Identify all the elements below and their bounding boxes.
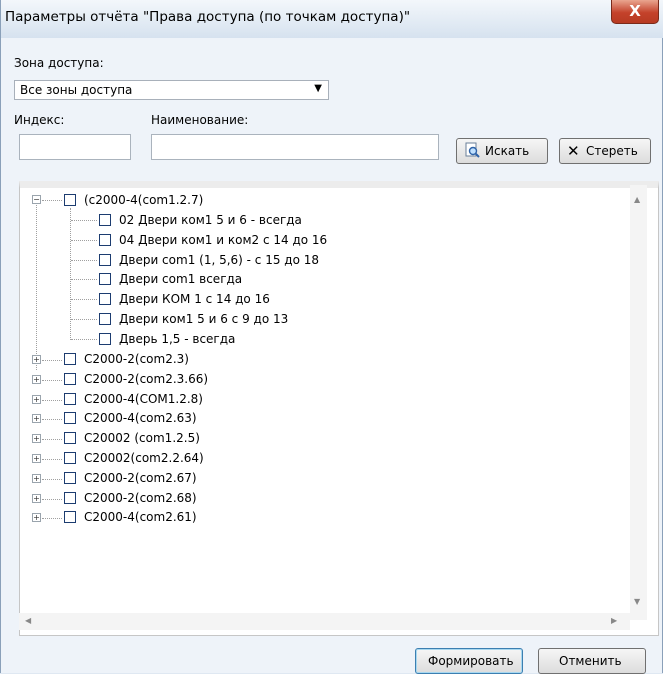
- window-title: Параметры отчёта "Права доступа (по точк…: [5, 9, 411, 25]
- chevron-down-icon: ▼: [314, 83, 322, 94]
- tree-connector: [70, 208, 71, 340]
- zone-select-value: Все зоны доступа: [20, 83, 133, 97]
- checkbox[interactable]: [64, 432, 76, 445]
- tree-connector: [71, 239, 97, 241]
- search-button[interactable]: Искать: [456, 138, 548, 164]
- tree-item-label: Двери com1 (1, 5,6) - с 15 до 18: [119, 252, 320, 267]
- close-icon: X: [629, 2, 641, 20]
- checkbox[interactable]: [64, 491, 76, 504]
- dialog-window: Параметры отчёта "Права доступа (по точк…: [0, 0, 663, 674]
- expand-icon[interactable]: +: [32, 414, 41, 424]
- expand-icon[interactable]: +: [32, 355, 41, 364]
- tree-item-label: C20002(com2.2.64): [84, 451, 204, 465]
- tree-connector: [42, 439, 62, 441]
- expand-icon[interactable]: +: [32, 513, 41, 523]
- expand-icon[interactable]: +: [32, 374, 41, 384]
- tree-item-label: 04 Двери ком1 и ком2 с 14 до 16: [119, 232, 328, 247]
- cancel-button[interactable]: Отменить: [538, 648, 646, 674]
- tree-connector: [42, 379, 62, 381]
- scroll-up-icon[interactable]: ▲: [634, 195, 640, 204]
- checkbox[interactable]: [64, 372, 76, 385]
- scroll-left-icon[interactable]: ◀: [25, 616, 31, 625]
- clear-button[interactable]: ✕ Стереть: [559, 138, 651, 164]
- checkbox[interactable]: [64, 452, 76, 464]
- collapse-icon[interactable]: −: [32, 195, 41, 204]
- tree-connector: [42, 478, 62, 480]
- tree-item-label: Двери ком1 5 и 6 с 9 до 13: [119, 312, 289, 326]
- zone-select[interactable]: Все зоны доступа ▼: [14, 80, 329, 100]
- checkbox[interactable]: [99, 233, 111, 246]
- tree-connector: [71, 220, 97, 221]
- checkbox[interactable]: [64, 392, 76, 405]
- tree-item-label: Дверь 1,5 - всегда: [119, 331, 236, 346]
- checkbox[interactable]: [99, 253, 111, 266]
- tree-connector: [42, 200, 62, 201]
- vertical-scrollbar[interactable]: ▲ ▼: [630, 185, 647, 620]
- zone-label: Зона доступа:: [14, 56, 104, 70]
- tree-connector: [42, 498, 62, 500]
- scroll-down-icon[interactable]: ▼: [634, 597, 640, 606]
- checkbox[interactable]: [99, 332, 111, 345]
- index-input[interactable]: [19, 134, 131, 160]
- build-report-label: Формировать: [428, 654, 514, 668]
- title-bar[interactable]: Параметры отчёта "Права доступа (по точк…: [1, 0, 663, 38]
- name-input[interactable]: [151, 134, 439, 160]
- tree-item-label: C2000-4(COM1.2.8): [84, 391, 203, 406]
- name-label: Наименование:: [151, 113, 249, 127]
- search-icon: [464, 142, 480, 158]
- tree-connector: [42, 360, 62, 361]
- checkbox[interactable]: [99, 273, 111, 286]
- expand-icon[interactable]: +: [32, 394, 41, 404]
- close-button[interactable]: X: [611, 0, 659, 24]
- close-x-icon: ✕: [567, 142, 580, 160]
- tree-item-label: Двери com1 всегда: [119, 272, 243, 287]
- checkbox[interactable]: [64, 511, 76, 524]
- tree-connector: [71, 299, 97, 301]
- search-button-label: Искать: [485, 144, 530, 158]
- checkbox[interactable]: [64, 412, 76, 425]
- expand-icon[interactable]: +: [32, 454, 41, 463]
- tree-item-label: C2000-2(com2.68): [84, 490, 197, 505]
- checkbox[interactable]: [64, 353, 76, 365]
- index-label: Индекс:: [14, 113, 65, 127]
- access-point-tree[interactable]: [19, 181, 659, 636]
- expand-icon[interactable]: +: [32, 473, 41, 483]
- tree-connector: [42, 419, 62, 421]
- expand-icon[interactable]: +: [32, 434, 41, 444]
- tree-item-label: C2000-4(com2.63): [84, 411, 197, 426]
- tree-connector: [71, 259, 97, 261]
- tree-item-label: (c2000-4(com1.2.7): [84, 193, 204, 207]
- tree-item-label: C2000-2(com2.67): [84, 470, 197, 485]
- checkbox[interactable]: [99, 313, 111, 325]
- checkbox[interactable]: [64, 194, 76, 206]
- tree-connector: [42, 518, 62, 520]
- checkbox[interactable]: [99, 214, 111, 226]
- tree-item-label: 02 Двери ком1 5 и 6 - всегда: [119, 213, 302, 227]
- clear-button-label: Стереть: [586, 144, 638, 158]
- scroll-right-icon[interactable]: ▶: [611, 616, 617, 625]
- cancel-button-label: Отменить: [559, 654, 622, 668]
- tree-connector: [42, 399, 62, 401]
- expand-icon[interactable]: +: [32, 493, 41, 503]
- tree-connector: [71, 338, 97, 340]
- horizontal-scrollbar[interactable]: ◀ ▶: [19, 613, 630, 630]
- tree-connector: [71, 319, 97, 320]
- tree-connector: [36, 205, 37, 370]
- checkbox[interactable]: [99, 293, 111, 306]
- tree-connector: [42, 459, 62, 460]
- tree-item-label: C20002 (com1.2.5): [84, 431, 200, 446]
- tree-connector: [71, 279, 97, 281]
- tree-item-label: C2000-4(com2.61): [84, 510, 197, 525]
- checkbox[interactable]: [64, 471, 76, 484]
- build-report-button[interactable]: Формировать: [415, 648, 523, 674]
- tree-item-label: C2000-2(com2.3): [84, 352, 189, 366]
- tree-item-label: Двери КОМ 1 с 14 до 16: [119, 292, 270, 307]
- tree-item-label: C2000-2(com2.3.66): [84, 371, 209, 386]
